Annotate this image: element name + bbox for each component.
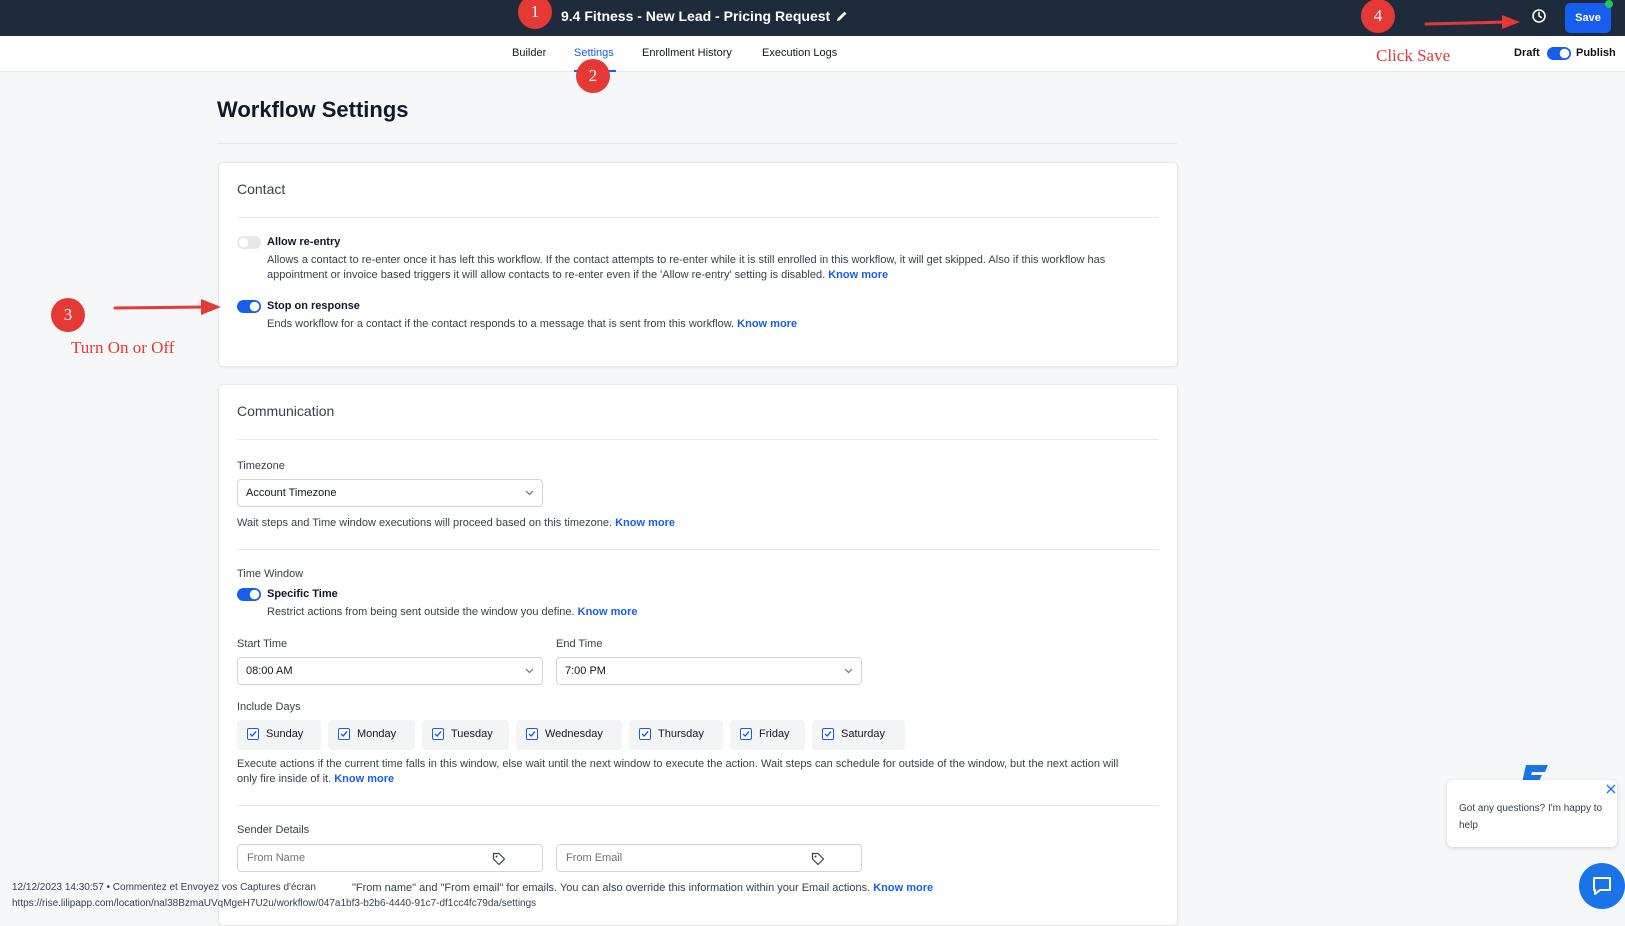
day-chip-saturday[interactable]: Saturday (812, 720, 905, 750)
day-label: Friday (759, 728, 790, 740)
sender-details-label: Sender Details (237, 824, 310, 836)
history-icon[interactable] (1531, 8, 1547, 24)
day-label: Wednesday (545, 728, 603, 740)
close-icon[interactable] (1605, 783, 1617, 795)
contact-section-title: Contact (237, 181, 286, 197)
time-window-divider (237, 805, 1159, 806)
time-window-help: Execute actions if the current time fall… (237, 758, 1119, 785)
from-email-placeholder: From Email (566, 852, 623, 864)
step-2-badge: 2 (576, 59, 610, 93)
checkbox-checked-icon[interactable] (338, 728, 350, 740)
day-chip-tuesday[interactable]: Tuesday (422, 720, 509, 750)
end-time-select[interactable]: 7:00 PM (556, 657, 862, 685)
stop-on-response-toggle[interactable] (237, 300, 261, 313)
tab-builder[interactable]: Builder (512, 47, 546, 59)
turn-on-off-annotation: Turn On or Off (71, 338, 175, 357)
stop-on-response-know-more-link[interactable]: Know more (737, 318, 797, 330)
capture-footer: 12/12/2023 14:30:57 • Commentez et Envoy… (12, 882, 316, 893)
from-name-field[interactable]: From Name (237, 844, 543, 872)
page-url: https://rise.lilipapp.com/location/nal38… (12, 898, 537, 909)
stop-on-response-label: Stop on response (267, 300, 360, 312)
timezone-value: Account Timezone (246, 487, 337, 499)
communication-card: Communication Timezone Account Timezone … (218, 384, 1178, 926)
sender-know-more-link[interactable]: Know more (873, 882, 933, 894)
start-time-label: Start Time (237, 638, 288, 650)
from-email-field[interactable]: From Email (556, 844, 862, 872)
stop-on-response-description: Ends workflow for a contact if the conta… (267, 318, 798, 330)
day-label: Sunday (266, 728, 304, 740)
timezone-divider (237, 549, 1159, 550)
title-divider (217, 143, 1177, 144)
time-window-label: Time Window (237, 568, 304, 580)
save-button[interactable]: Save (1565, 3, 1611, 33)
start-time-select[interactable]: 08:00 AM (237, 657, 543, 685)
contact-card: Contact Allow re-entry Allows a contact … (218, 162, 1178, 367)
day-chip-sunday[interactable]: Sunday (237, 720, 321, 750)
chat-launcher-button[interactable] (1579, 863, 1625, 909)
day-chip-monday[interactable]: Monday (328, 720, 415, 750)
publish-toggle[interactable] (1547, 47, 1571, 60)
communication-divider (237, 439, 1159, 440)
step-4-badge: 4 (1361, 0, 1395, 33)
specific-time-help: Restrict actions from being sent outside… (267, 606, 638, 618)
from-name-placeholder: From Name (247, 852, 306, 864)
start-time-value: 08:00 AM (246, 665, 293, 677)
specific-time-know-more-link[interactable]: Know more (578, 606, 638, 618)
chat-popup[interactable]: Got any questions? I'm happy to help (1447, 780, 1617, 847)
day-chip-wednesday[interactable]: Wednesday (516, 720, 622, 750)
page-title: Workflow Settings (217, 97, 409, 122)
checkbox-checked-icon[interactable] (740, 728, 752, 740)
allow-reentry-description: Allows a contact to re-enter once it has… (267, 254, 1106, 281)
checkbox-checked-icon[interactable] (639, 728, 651, 740)
sender-details-help: "From name" and "From email" for emails.… (352, 882, 934, 894)
day-label: Monday (357, 728, 397, 740)
allow-reentry-toggle[interactable] (237, 236, 261, 249)
timezone-select[interactable]: Account Timezone (237, 479, 543, 507)
allow-reentry-know-more-link[interactable]: Know more (828, 269, 888, 281)
workflow-title[interactable]: 9.4 Fitness - New Lead - Pricing Request (561, 8, 830, 24)
day-chip-thursday[interactable]: Thursday (629, 720, 723, 750)
checkbox-checked-icon[interactable] (247, 728, 259, 740)
arrow-right-icon (113, 299, 221, 315)
click-save-annotation: Click Save (1376, 46, 1451, 65)
chat-icon (1593, 877, 1611, 895)
tab-execution-logs[interactable]: Execution Logs (762, 47, 837, 59)
allow-reentry-label: Allow re-entry (267, 236, 341, 248)
contact-divider (237, 217, 1159, 218)
day-label: Tuesday (451, 728, 493, 740)
draft-label: Draft (1514, 47, 1540, 59)
chevron-down-icon (525, 668, 534, 674)
arrow-right-icon (1424, 15, 1520, 29)
day-chip-friday[interactable]: Friday (730, 720, 805, 750)
day-label: Thursday (658, 728, 704, 740)
step-3-badge: 3 (51, 298, 85, 332)
checkbox-checked-icon[interactable] (822, 728, 834, 740)
pencil-icon[interactable] (836, 10, 848, 22)
tag-icon[interactable] (492, 852, 506, 866)
day-label: Saturday (841, 728, 886, 740)
timezone-label: Timezone (237, 460, 285, 472)
chat-message: Got any questions? I'm happy to help (1459, 803, 1603, 831)
tab-enrollment-history[interactable]: Enrollment History (642, 47, 732, 59)
specific-time-toggle[interactable] (237, 588, 261, 601)
checkbox-checked-icon[interactable] (526, 728, 538, 740)
include-days-label: Include Days (237, 701, 301, 713)
publish-label: Publish (1576, 47, 1616, 59)
tab-settings[interactable]: Settings (574, 47, 614, 59)
checkbox-checked-icon[interactable] (432, 728, 444, 740)
chevron-down-icon (844, 668, 853, 674)
time-window-know-more-link[interactable]: Know more (334, 773, 394, 785)
specific-time-label: Specific Time (267, 588, 338, 600)
unsaved-indicator (1605, 0, 1613, 8)
end-time-label: End Time (556, 638, 603, 650)
timezone-know-more-link[interactable]: Know more (615, 517, 675, 529)
end-time-value: 7:00 PM (565, 665, 606, 677)
communication-section-title: Communication (237, 403, 335, 419)
tag-icon[interactable] (811, 852, 825, 866)
chevron-down-icon (525, 490, 534, 496)
timezone-help: Wait steps and Time window executions wi… (237, 517, 675, 529)
